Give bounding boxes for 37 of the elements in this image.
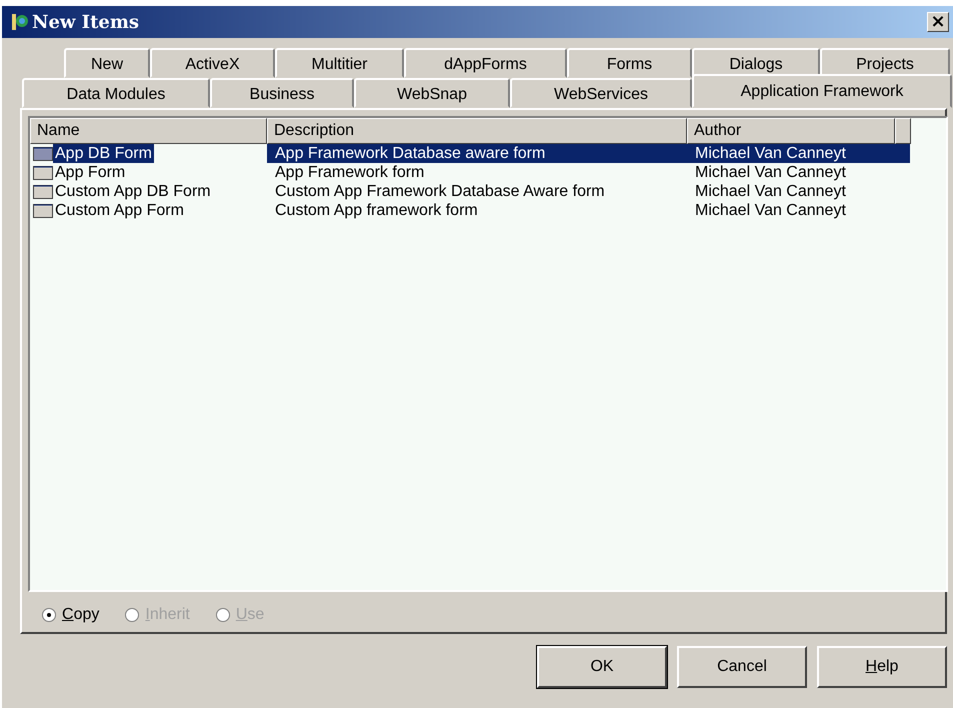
form-icon: [33, 146, 53, 160]
table-cell: Michael Van Canneyt: [687, 144, 910, 163]
tab[interactable]: Forms: [567, 48, 692, 78]
table-cell-text: Michael Van Canneyt: [694, 163, 847, 182]
tab[interactable]: New: [64, 48, 150, 78]
table-cell: App Framework Database aware form: [267, 144, 687, 163]
item-name[interactable]: App DB Form: [53, 144, 154, 163]
table-cell-text: Custom App Framework Database Aware form: [274, 182, 606, 201]
dialog-button[interactable]: OK: [537, 646, 667, 688]
item-name[interactable]: App Form: [53, 163, 128, 182]
dialog-button[interactable]: Cancel: [677, 646, 807, 688]
close-button[interactable]: ×: [927, 12, 949, 32]
tab[interactable]: WebServices: [510, 78, 692, 108]
item-name[interactable]: Custom App Form: [53, 201, 186, 220]
tab[interactable]: dAppForms: [404, 48, 567, 78]
table-cell-text: Custom App framework form: [274, 201, 479, 220]
table-cell-text: Michael Van Canneyt: [694, 182, 847, 201]
tab[interactable]: Business: [210, 78, 354, 108]
column-header[interactable]: Description: [267, 118, 687, 144]
item-name[interactable]: Custom App DB Form: [53, 182, 213, 201]
tab[interactable]: Application Framework: [692, 74, 952, 108]
form-icon: [33, 166, 53, 180]
table-cell-text: App Framework form: [274, 163, 426, 182]
column-header[interactable]: [895, 118, 911, 144]
window-title: New Items: [32, 12, 140, 32]
tab[interactable]: Multitier: [275, 48, 404, 78]
tab[interactable]: Data Modules: [22, 78, 210, 108]
form-icon: [33, 184, 53, 198]
tab[interactable]: WebSnap: [354, 78, 510, 108]
table-cell-text: Michael Van Canneyt: [694, 201, 847, 220]
dialog-button[interactable]: Help: [817, 646, 947, 688]
form-icon: [33, 204, 53, 218]
radio-option[interactable]: Copy: [42, 606, 100, 624]
app-icon: [10, 12, 30, 32]
tab[interactable]: ActiveX: [150, 48, 275, 78]
column-header[interactable]: Name: [30, 118, 267, 144]
column-header[interactable]: Author: [687, 118, 895, 144]
